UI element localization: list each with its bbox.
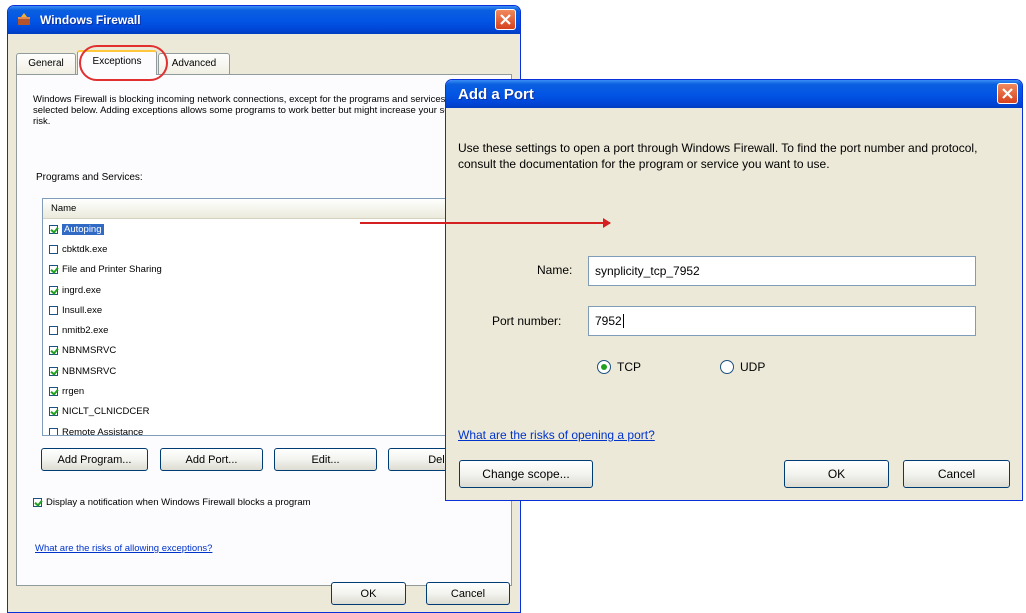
port-number-field[interactable]: 7952 <box>588 306 976 336</box>
program-row[interactable]: Remote Assistance <box>43 422 451 436</box>
program-checkbox[interactable] <box>49 285 58 295</box>
windows-firewall-window: Windows Firewall General Exceptions Adva… <box>7 5 521 613</box>
name-field[interactable]: synplicity_tcp_7952 <box>588 256 976 286</box>
firewall-title-bar[interactable]: Windows Firewall <box>8 6 520 34</box>
program-row[interactable]: Insull.exe <box>43 300 451 320</box>
add-port-ok-button[interactable]: OK <box>784 460 889 488</box>
program-row[interactable]: cbktdk.exe <box>43 239 451 259</box>
tab-general[interactable]: General <box>16 53 76 74</box>
program-label: Remote Assistance <box>62 426 144 436</box>
program-checkbox[interactable] <box>49 224 58 234</box>
program-checkbox[interactable] <box>49 326 58 336</box>
programs-list[interactable]: Name Autoping cbktdk.exe File and Printer … <box>42 198 452 436</box>
program-checkbox[interactable] <box>49 427 58 435</box>
firewall-cancel-button[interactable]: Cancel <box>426 582 510 605</box>
add-program-button[interactable]: Add Program... <box>41 448 148 471</box>
tcp-label: TCP <box>617 360 641 374</box>
tcp-option[interactable]: TCP <box>597 360 641 374</box>
notify-option[interactable]: Display a notification when Windows Fire… <box>33 497 311 508</box>
program-label: NBNMSRVC <box>62 365 117 377</box>
program-checkbox[interactable] <box>49 366 58 376</box>
allowing-exceptions-risk-link[interactable]: What are the risks of allowing exception… <box>35 543 212 554</box>
close-icon <box>500 14 511 25</box>
exceptions-tab-highlight <box>79 45 168 81</box>
firewall-title: Windows Firewall <box>40 13 141 27</box>
firewall-close-button[interactable] <box>495 9 516 30</box>
udp-radio[interactable] <box>720 360 734 374</box>
add-port-close-button[interactable] <box>997 83 1018 104</box>
add-port-description: Use these settings to open a port throug… <box>458 141 978 171</box>
program-label: rrgen <box>62 386 85 398</box>
program-label: Autoping <box>62 223 104 235</box>
program-label: ingrd.exe <box>62 284 102 296</box>
opening-port-risk-link[interactable]: What are the risks of opening a port? <box>458 428 655 442</box>
program-checkbox[interactable] <box>49 265 58 275</box>
program-label: Insull.exe <box>62 304 103 316</box>
program-checkbox[interactable] <box>49 407 58 417</box>
port-number-label: Port number: <box>492 314 562 328</box>
notify-label: Display a notification when Windows Fire… <box>46 497 311 508</box>
program-label: nmitb2.exe <box>62 325 109 337</box>
program-checkbox[interactable] <box>49 244 58 254</box>
add-port-cancel-button[interactable]: Cancel <box>903 460 1010 488</box>
programs-list-label: Programs and Services: <box>36 172 143 183</box>
program-row[interactable]: nmitb2.exe <box>43 320 451 340</box>
udp-label: UDP <box>740 360 766 374</box>
notify-checkbox[interactable] <box>33 498 42 507</box>
program-checkbox[interactable] <box>49 305 58 315</box>
annotation-arrow <box>360 218 611 228</box>
program-checkbox[interactable] <box>49 387 58 397</box>
port-number-value: 7952 <box>595 314 622 328</box>
program-row[interactable]: rrgen <box>43 381 451 401</box>
firewall-icon <box>18 13 30 25</box>
edit-button[interactable]: Edit... <box>274 448 377 471</box>
add-port-button[interactable]: Add Port... <box>160 448 263 471</box>
tcp-radio[interactable] <box>597 360 611 374</box>
add-port-title: Add a Port <box>458 86 534 103</box>
column-header-name[interactable]: Name <box>43 199 451 219</box>
firewall-ok-button[interactable]: OK <box>331 582 406 605</box>
program-label: NICLT_CLNICDCER <box>62 406 150 418</box>
add-port-title-bar[interactable]: Add a Port <box>446 80 1022 108</box>
name-label: Name: <box>537 263 573 277</box>
program-row[interactable]: NICLT_CLNICDCER <box>43 402 451 422</box>
program-label: File and Printer Sharing <box>62 264 162 276</box>
udp-option[interactable]: UDP <box>720 360 765 374</box>
program-row[interactable]: NBNMSRVC <box>43 341 451 361</box>
text-cursor <box>622 314 624 328</box>
program-row[interactable]: ingrd.exe <box>43 280 451 300</box>
program-label: cbktdk.exe <box>62 243 108 255</box>
change-scope-button[interactable]: Change scope... <box>459 460 593 488</box>
tab-advanced[interactable]: Advanced <box>158 53 230 74</box>
program-row[interactable]: NBNMSRVC <box>43 361 451 381</box>
program-checkbox[interactable] <box>49 346 58 356</box>
program-row[interactable]: File and Printer Sharing <box>43 260 451 280</box>
program-label: NBNMSRVC <box>62 345 117 357</box>
firewall-description: Windows Firewall is blocking incoming ne… <box>33 94 473 127</box>
close-icon <box>1002 88 1013 99</box>
